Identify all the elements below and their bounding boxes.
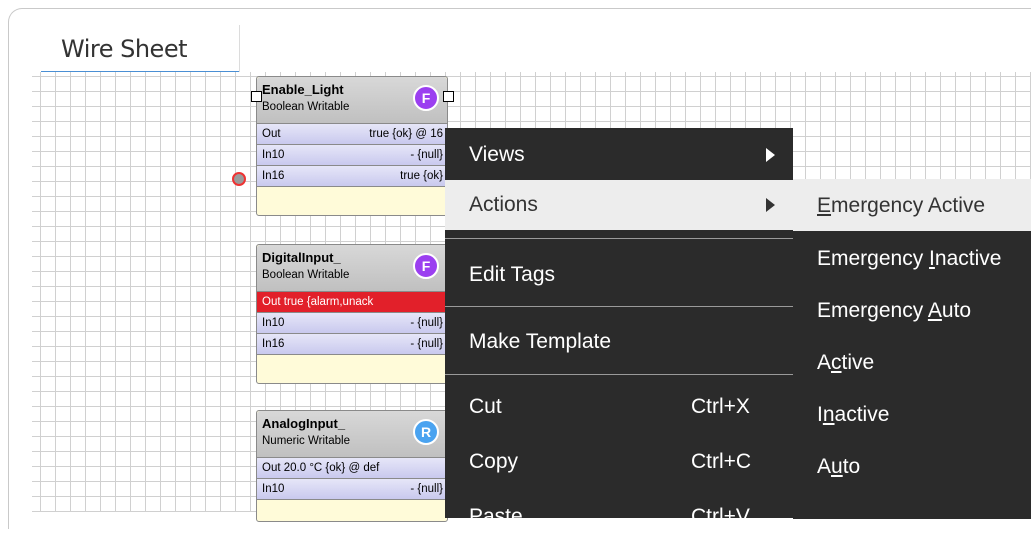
action-mnemonic: c bbox=[831, 351, 842, 374]
slot-value: - {null} bbox=[410, 317, 443, 329]
component-analog-input[interactable]: AnalogInput_ Numeric Writable R Out 20.0… bbox=[256, 410, 448, 522]
menu-item-label: Actions bbox=[469, 193, 538, 216]
action-mnemonic: n bbox=[822, 403, 835, 426]
slot-in10[interactable]: In10 - {null} bbox=[257, 145, 447, 166]
resize-handle-icon[interactable] bbox=[443, 91, 454, 102]
menu-item-paste[interactable]: Paste Ctrl+V bbox=[445, 492, 793, 542]
menu-item-copy[interactable]: Copy Ctrl+C bbox=[445, 437, 793, 487]
action-label-part: A bbox=[817, 455, 832, 478]
slot-out[interactable]: Out true {alarm,unack bbox=[257, 292, 447, 313]
context-menu: Views Actions Edit Tags Make Template Cu… bbox=[445, 128, 793, 528]
submenu-arrow-icon bbox=[766, 198, 775, 212]
slot-value: true {ok} bbox=[400, 170, 443, 182]
slot-value: 20.0 °C {ok} @ def bbox=[283, 462, 380, 474]
actions-submenu: Emergency Active Emergency Inactive Emer… bbox=[793, 179, 1031, 519]
slot-value: - {null} bbox=[410, 483, 443, 495]
slot-in16[interactable]: In16 - {null} bbox=[257, 334, 447, 355]
action-label-part: tive bbox=[841, 351, 875, 374]
slot-name: In10 bbox=[262, 317, 285, 329]
component-type: Boolean Writable bbox=[262, 269, 350, 281]
component-digital-input[interactable]: DigitalInput_ Boolean Writable F Out tru… bbox=[256, 244, 448, 384]
slot-value: - {null} bbox=[410, 338, 443, 350]
slot-in10[interactable]: In10 - {null} bbox=[257, 313, 447, 334]
slot-name: Out bbox=[262, 128, 281, 140]
slot-name: In16 bbox=[262, 338, 285, 350]
menu-separator bbox=[445, 238, 793, 239]
action-mnemonic: A bbox=[927, 299, 942, 322]
component-header[interactable]: AnalogInput_ Numeric Writable R bbox=[257, 411, 447, 458]
component-header[interactable]: Enable_Light Boolean Writable F bbox=[257, 77, 447, 124]
action-label-part: mergency Active bbox=[831, 194, 986, 217]
slot-out[interactable]: Out true {ok} @ 16 bbox=[257, 124, 447, 145]
menu-item-shortcut: Ctrl+X bbox=[691, 395, 750, 418]
resize-handle-icon[interactable] bbox=[251, 91, 262, 102]
slot-in16[interactable]: In16 true {ok} bbox=[257, 166, 447, 187]
component-title: AnalogInput_ bbox=[262, 416, 346, 431]
menu-item-shortcut: Ctrl+C bbox=[691, 450, 752, 473]
component-enable-light[interactable]: Enable_Light Boolean Writable F Out true … bbox=[256, 76, 448, 216]
menu-item-cut[interactable]: Cut Ctrl+X bbox=[445, 382, 793, 432]
menu-item-label: Views bbox=[469, 143, 525, 166]
slot-value: true {alarm,unack bbox=[283, 296, 374, 308]
slot-in10[interactable]: In10 - {null} bbox=[257, 479, 447, 500]
action-label-part: A bbox=[817, 351, 832, 374]
menu-item-shortcut: Ctrl+V bbox=[691, 505, 750, 528]
tab-wire-sheet[interactable]: Wire Sheet bbox=[41, 25, 239, 73]
menu-item-make-template[interactable]: Make Template bbox=[445, 317, 793, 367]
slot-name: In16 bbox=[262, 170, 285, 182]
menu-item-label: Paste bbox=[469, 505, 523, 528]
action-mnemonic: u bbox=[831, 455, 843, 478]
slot-name: In10 bbox=[262, 483, 285, 495]
component-header[interactable]: DigitalInput_ Boolean Writable F bbox=[257, 245, 447, 292]
action-emergency-active[interactable]: Emergency Active bbox=[817, 181, 985, 231]
component-type: Numeric Writable bbox=[262, 435, 350, 447]
menu-item-actions[interactable]: Actions bbox=[445, 180, 793, 230]
action-emergency-auto[interactable]: Emergency Auto bbox=[817, 286, 971, 336]
action-inactive[interactable]: Inactive bbox=[817, 390, 889, 440]
component-title: Enable_Light bbox=[262, 82, 344, 97]
facet-badge-icon: F bbox=[413, 253, 439, 279]
action-auto[interactable]: Auto bbox=[817, 442, 860, 492]
slot-value: true {ok} @ 16 bbox=[369, 128, 443, 140]
action-emergency-inactive[interactable]: Emergency Inactive bbox=[817, 234, 1001, 284]
action-label-part: Emergency bbox=[817, 247, 930, 270]
menu-item-edit-tags[interactable]: Edit Tags bbox=[445, 250, 793, 300]
slot-value: - {null} bbox=[410, 149, 443, 161]
submenu-arrow-icon bbox=[766, 148, 775, 162]
action-label-part: Emergency bbox=[817, 299, 928, 322]
menu-item-label: Cut bbox=[469, 395, 502, 418]
slot-name: Out bbox=[262, 462, 281, 474]
component-title: DigitalInput_ bbox=[262, 250, 341, 265]
menu-item-label: Copy bbox=[469, 450, 519, 473]
menu-item-label: Make Template bbox=[469, 330, 612, 353]
action-label-part: to bbox=[842, 455, 861, 478]
menu-item-label: Edit Tags bbox=[469, 263, 555, 286]
facet-badge-icon: R bbox=[413, 419, 439, 445]
action-mnemonic: E bbox=[817, 194, 832, 217]
menu-separator bbox=[445, 306, 793, 307]
action-active[interactable]: Active bbox=[817, 338, 874, 388]
action-label-part: active bbox=[834, 403, 890, 426]
action-label-part: nactive bbox=[934, 247, 1002, 270]
menu-separator bbox=[445, 374, 793, 375]
menu-item-views[interactable]: Views bbox=[445, 130, 793, 180]
slot-name: Out bbox=[262, 296, 281, 308]
component-type: Boolean Writable bbox=[262, 101, 350, 113]
tab-label: Wire Sheet bbox=[61, 35, 188, 63]
link-connector-icon[interactable] bbox=[232, 172, 246, 186]
facet-badge-icon: F bbox=[413, 85, 439, 111]
slot-out[interactable]: Out 20.0 °C {ok} @ def bbox=[257, 458, 447, 479]
action-label-part: uto bbox=[941, 299, 972, 322]
slot-name: In10 bbox=[262, 149, 285, 161]
